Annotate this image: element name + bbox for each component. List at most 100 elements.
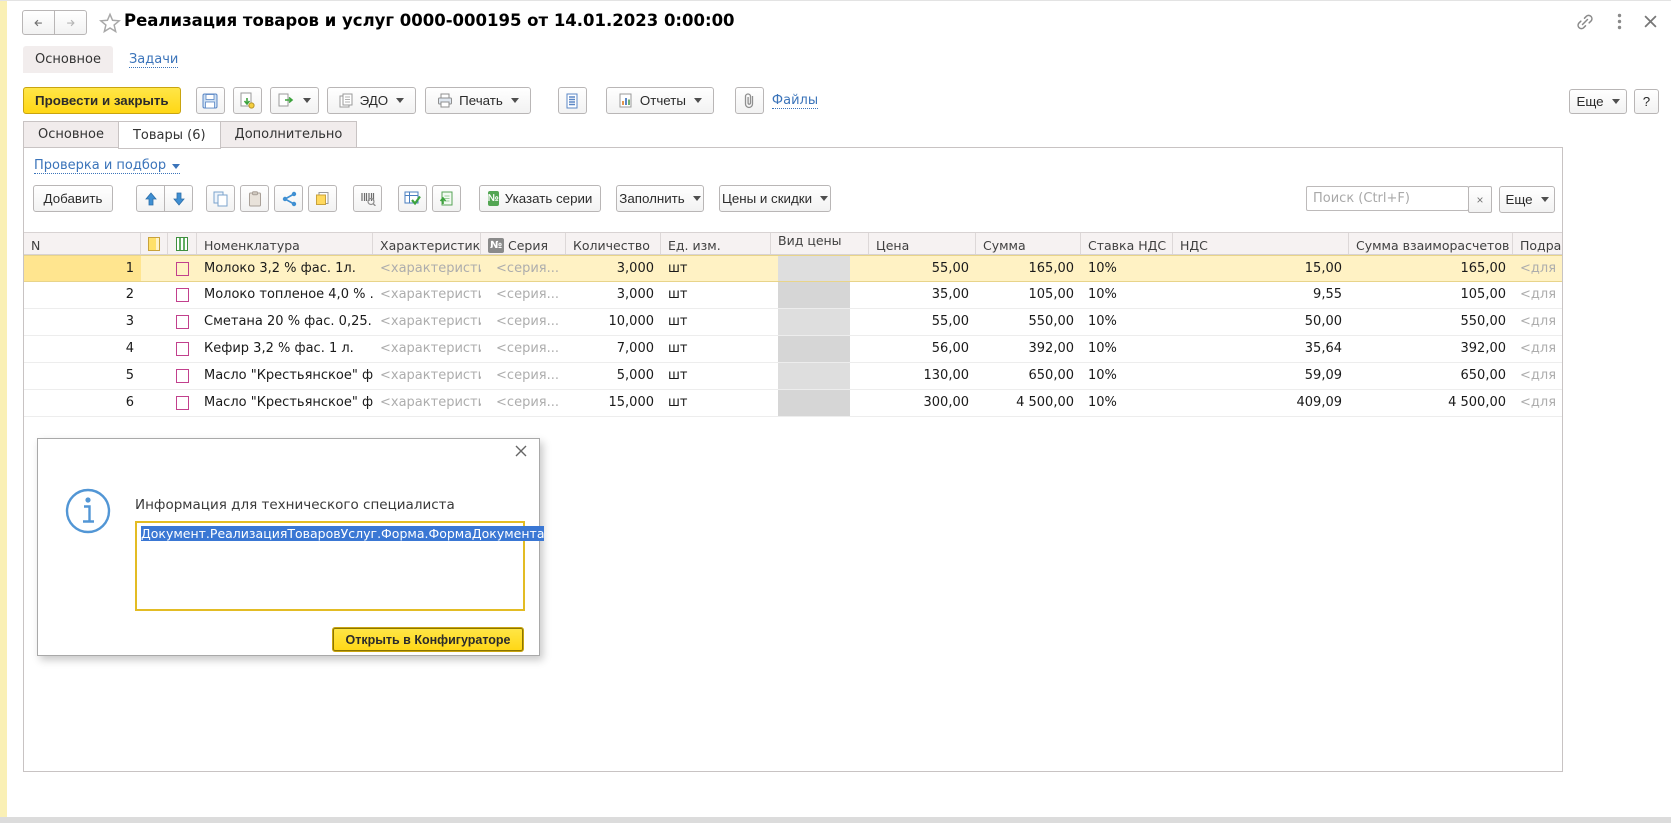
cell-vat[interactable]: 59,09 — [1173, 363, 1349, 389]
cell-icon[interactable] — [141, 282, 168, 308]
cell-dept[interactable]: <для — [1513, 309, 1562, 335]
cell-unit[interactable]: шт — [661, 363, 771, 389]
favorite-star-icon[interactable] — [99, 12, 121, 34]
cell-settlement[interactable]: 4 500,00 — [1349, 390, 1513, 416]
cell-settlement[interactable]: 550,00 — [1349, 309, 1513, 335]
specify-series-button[interactable]: № Указать серии — [479, 185, 601, 212]
cell-vat_rate[interactable]: 10% — [1081, 282, 1173, 308]
cell-characteristic[interactable]: <характеристи... — [373, 390, 481, 416]
cell-price-kind[interactable] — [771, 309, 869, 335]
cell-sum[interactable]: 550,00 — [976, 309, 1081, 335]
cell-series[interactable]: <серия... — [481, 309, 566, 335]
cell-dept[interactable]: <для — [1513, 336, 1562, 362]
nav-item-main[interactable]: Основное — [23, 46, 113, 73]
cell-series[interactable]: <серия... — [481, 282, 566, 308]
cell-vat_rate[interactable]: 10% — [1081, 309, 1173, 335]
table-row[interactable]: 4Кефир 3,2 % фас. 1 л.<характеристи...<с… — [24, 336, 1562, 363]
cell-series[interactable]: <серия... — [481, 363, 566, 389]
cell-n[interactable]: 4 — [24, 336, 141, 362]
help-button[interactable]: ? — [1634, 89, 1659, 114]
add-row-button[interactable]: Добавить — [33, 185, 113, 212]
tab-goods[interactable]: Товары (6) — [118, 121, 221, 149]
window-more-button[interactable]: Еще — [1569, 89, 1627, 114]
check-fill-table-button[interactable] — [398, 185, 427, 212]
post-and-close-button[interactable]: Провести и закрыть — [23, 87, 181, 114]
search-input[interactable] — [1306, 186, 1469, 211]
header-series[interactable]: № Серия — [481, 233, 566, 254]
cell-icon[interactable] — [141, 336, 168, 362]
cell-qty[interactable]: 3,000 — [566, 282, 661, 308]
cell-settlement[interactable]: 105,00 — [1349, 282, 1513, 308]
header-nomenclature[interactable]: Номенклатура — [197, 233, 373, 254]
table-row[interactable]: 6Масло "Крестьянское" ф...<характеристи.… — [24, 390, 1562, 417]
header-unit[interactable]: Ед. изм. — [661, 233, 771, 254]
table-row[interactable]: 1Молоко 3,2 % фас. 1л.<характеристи...<с… — [24, 255, 1562, 282]
cell-dept[interactable]: <для — [1513, 256, 1562, 281]
cell-settlement[interactable]: 392,00 — [1349, 336, 1513, 362]
cell-icon[interactable] — [168, 390, 197, 416]
cell-vat_rate[interactable]: 10% — [1081, 256, 1173, 281]
header-qty[interactable]: Количество — [566, 233, 661, 254]
cell-n[interactable]: 5 — [24, 363, 141, 389]
cell-vat_rate[interactable]: 10% — [1081, 336, 1173, 362]
cell-name[interactable]: Молоко 3,2 % фас. 1л. — [197, 256, 373, 281]
cell-unit[interactable]: шт — [661, 309, 771, 335]
cell-price-kind[interactable] — [771, 282, 869, 308]
cell-vat[interactable]: 35,64 — [1173, 336, 1349, 362]
cell-vat[interactable]: 409,09 — [1173, 390, 1349, 416]
tab-extra[interactable]: Дополнительно — [221, 121, 358, 148]
cell-characteristic[interactable]: <характеристи... — [373, 282, 481, 308]
cell-unit[interactable]: шт — [661, 390, 771, 416]
load-document-button[interactable] — [432, 185, 461, 212]
cell-sum[interactable]: 4 500,00 — [976, 390, 1081, 416]
cell-icon[interactable] — [168, 309, 197, 335]
goods-more-button[interactable]: Еще — [1499, 186, 1555, 213]
cell-icon[interactable] — [141, 256, 168, 281]
cell-price[interactable]: 55,00 — [869, 256, 976, 281]
header-vat-rate[interactable]: Ставка НДС — [1081, 233, 1173, 254]
cell-sum[interactable]: 105,00 — [976, 282, 1081, 308]
share-structure-button[interactable] — [274, 185, 303, 212]
forward-button[interactable] — [54, 10, 87, 35]
cell-unit[interactable]: шт — [661, 336, 771, 362]
cell-vat[interactable]: 15,00 — [1173, 256, 1349, 281]
copy-rows-button[interactable] — [206, 185, 235, 212]
create-based-on-button[interactable] — [270, 87, 319, 114]
cell-qty[interactable]: 7,000 — [566, 336, 661, 362]
header-vat[interactable]: НДС — [1173, 233, 1349, 254]
dialog-form-path-field[interactable]: Документ.РеализацияТоваровУслуг.Форма.Фо… — [135, 521, 525, 611]
cell-name[interactable]: Масло "Крестьянское" ф... — [197, 363, 373, 389]
header-characteristic[interactable]: Характеристика — [373, 233, 481, 254]
files-link[interactable]: Файлы — [772, 93, 818, 109]
fill-button[interactable]: Заполнить — [616, 185, 704, 212]
header-settlement[interactable]: Сумма взаиморасчетов — [1349, 233, 1513, 254]
cell-unit[interactable]: шт — [661, 282, 771, 308]
folder-button[interactable] — [308, 185, 337, 212]
search-clear-button[interactable]: × — [1468, 186, 1492, 213]
cell-dept[interactable]: <для — [1513, 282, 1562, 308]
get-link-icon[interactable] — [1575, 14, 1595, 30]
cell-characteristic[interactable]: <характеристи... — [373, 256, 481, 281]
cell-price-kind[interactable] — [771, 256, 869, 281]
nav-item-tasks[interactable]: Задачи — [129, 52, 178, 68]
cell-name[interactable]: Сметана 20 % фас. 0,25... — [197, 309, 373, 335]
cell-icon[interactable] — [168, 363, 197, 389]
header-folder-icon[interactable] — [141, 233, 168, 254]
header-n[interactable]: N — [24, 233, 141, 254]
cell-price[interactable]: 300,00 — [869, 390, 976, 416]
cell-name[interactable]: Кефир 3,2 % фас. 1 л. — [197, 336, 373, 362]
cell-icon[interactable] — [141, 309, 168, 335]
kebab-menu-icon[interactable] — [1617, 13, 1622, 30]
attachments-button[interactable] — [735, 87, 764, 114]
cell-series[interactable]: <серия... — [481, 390, 566, 416]
table-row[interactable]: 3Сметана 20 % фас. 0,25...<характеристи.… — [24, 309, 1562, 336]
header-dept[interactable]: Подра — [1513, 233, 1562, 254]
cell-n[interactable]: 1 — [24, 256, 141, 281]
cell-price[interactable]: 55,00 — [869, 309, 976, 335]
header-price[interactable]: Цена — [869, 233, 976, 254]
cell-characteristic[interactable]: <характеристи... — [373, 336, 481, 362]
cell-sum[interactable]: 650,00 — [976, 363, 1081, 389]
cell-icon[interactable] — [141, 363, 168, 389]
dialog-close-icon[interactable] — [515, 445, 527, 457]
cell-price[interactable]: 35,00 — [869, 282, 976, 308]
